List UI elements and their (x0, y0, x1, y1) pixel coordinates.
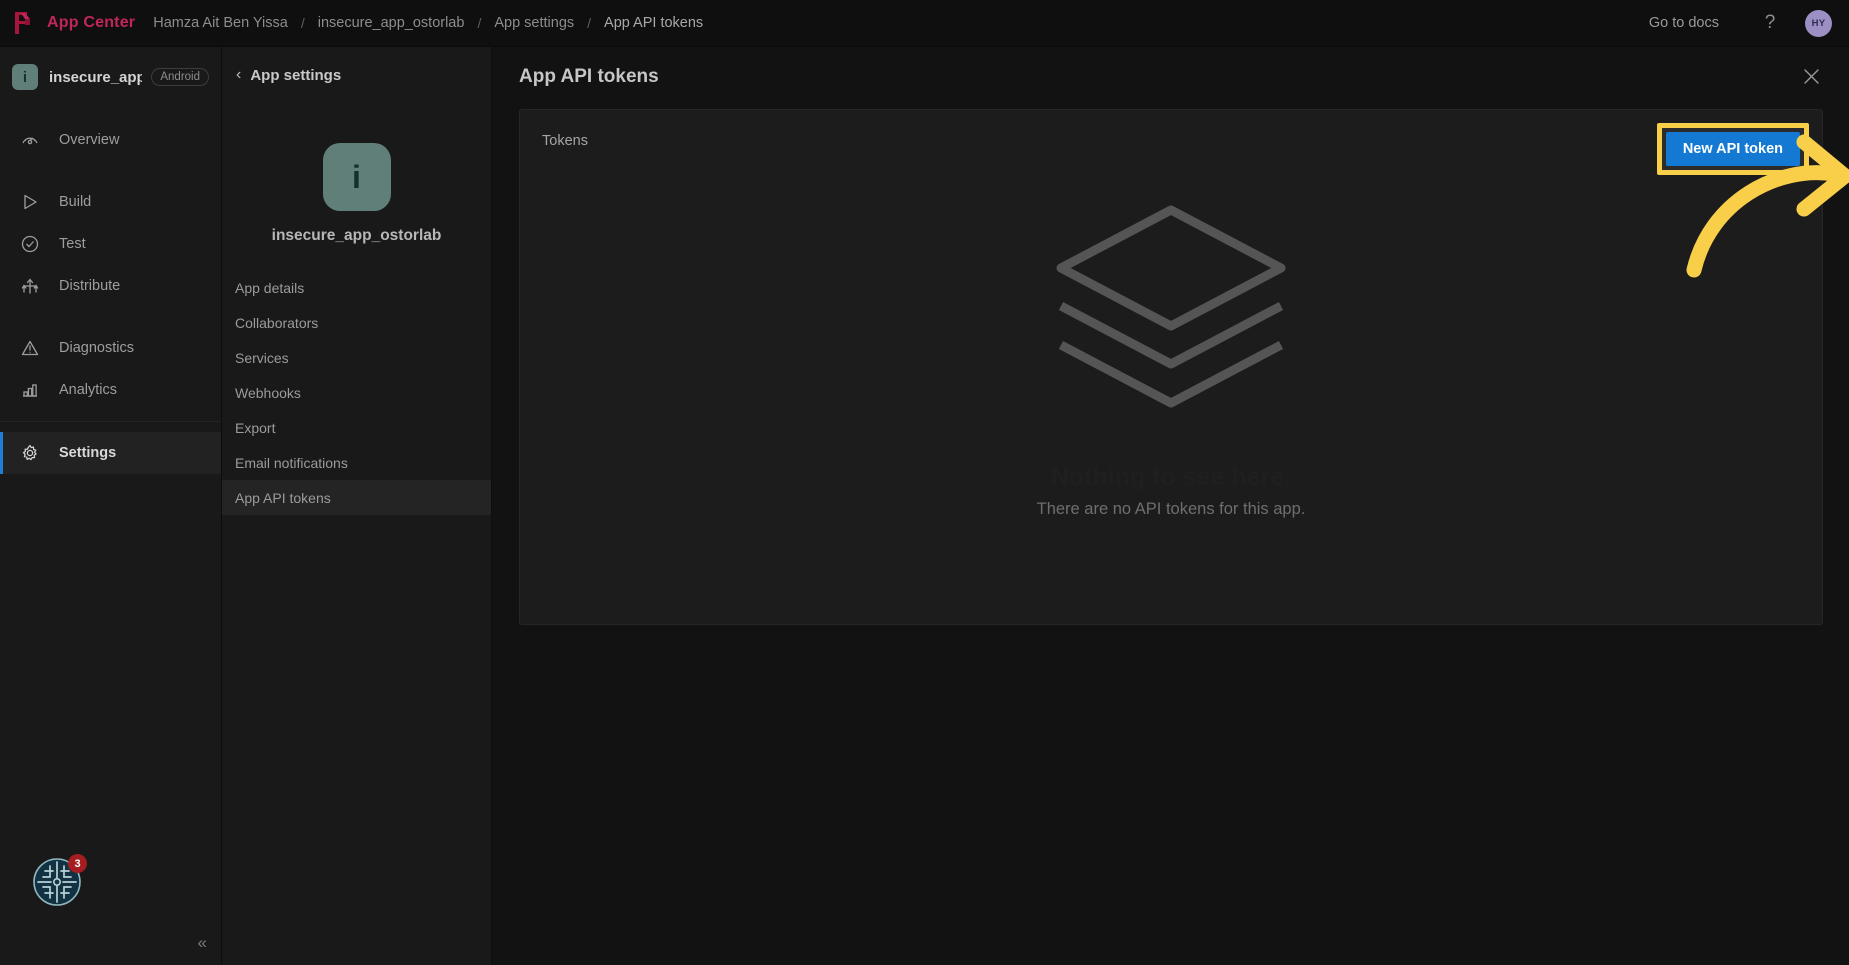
subpanel-item-email-notifications[interactable]: Email notifications (222, 445, 491, 480)
breadcrumb-separator: / (300, 15, 305, 31)
go-to-docs-link[interactable]: Go to docs (1649, 15, 1719, 31)
sidebar-nav: Overview Build Test Distribute Diagnosti… (0, 119, 221, 474)
sidebar-app-header[interactable]: i insecure_app_... Android (0, 53, 221, 101)
sidebar-item-label: Build (59, 194, 92, 210)
bar-chart-icon (20, 379, 46, 401)
platform-badge: Android (151, 68, 209, 86)
gear-icon (20, 442, 46, 464)
new-api-token-button[interactable]: New API token (1665, 132, 1800, 166)
sidebar-app-name: insecure_app_... (49, 68, 143, 86)
sidebar-item-diagnostics[interactable]: Diagnostics (0, 327, 221, 369)
breadcrumb: Hamza Ait Ben Yissa / insecure_app_ostor… (153, 15, 703, 31)
distribute-arrows-icon (20, 275, 46, 297)
chevron-left-icon[interactable]: ‹ (236, 67, 241, 83)
breadcrumb-item-org[interactable]: Hamza Ait Ben Yissa (153, 15, 288, 31)
empty-state-title: Nothing to see here. (1050, 463, 1292, 491)
empty-state-subtitle: There are no API tokens for this app. (1036, 500, 1306, 518)
gauge-icon (20, 129, 46, 151)
top-bar: App Center Hamza Ait Ben Yissa / insecur… (0, 0, 1849, 47)
empty-state: Nothing to see here. There are no API to… (520, 200, 1822, 519)
warning-triangle-icon (20, 337, 46, 359)
subpanel-item-label: App API tokens (235, 489, 331, 506)
sidebar-item-label: Test (59, 236, 86, 252)
sidebar: i insecure_app_... Android Overview (0, 47, 222, 965)
subpanel-item-label: Export (235, 419, 276, 436)
app-root: App Center Hamza Ait Ben Yissa / insecur… (0, 0, 1849, 965)
main-header: App API tokens (492, 47, 1849, 107)
double-chevron-left-icon[interactable]: « (198, 934, 207, 951)
subpanel-item-label: App details (235, 279, 305, 296)
check-circle-icon (20, 233, 46, 255)
sidebar-item-settings[interactable]: Settings (0, 432, 221, 474)
breadcrumb-item-app[interactable]: insecure_app_ostorlab (318, 15, 465, 31)
app-icon-large: i (322, 143, 391, 211)
subpanel-item-label: Services (235, 349, 289, 366)
subpanel-item-label: Collaborators (235, 314, 319, 331)
sidebar-item-label: Diagnostics (59, 340, 134, 356)
subpanel-item-services[interactable]: Services (222, 340, 491, 375)
breadcrumb-item-current: App API tokens (604, 15, 704, 31)
avatar[interactable]: HY (1805, 9, 1832, 37)
main-content: App API tokens Tokens New API token Noth… (492, 47, 1849, 965)
app-center-logo-icon[interactable] (0, 0, 47, 47)
subpanel-title: App settings (250, 66, 342, 84)
subpanel-nav: App details Collaborators Services Webho… (222, 270, 491, 515)
top-bar-actions: Go to docs ? HY (1649, 9, 1849, 37)
notification-badge: 3 (68, 854, 87, 873)
sidebar-footer: 3 « (0, 815, 221, 965)
tokens-label: Tokens (542, 133, 588, 149)
tokens-card: Tokens New API token Nothing to see here… (519, 109, 1823, 625)
settings-subpanel: ‹ App settings i insecure_app_ostorlab A… (222, 47, 492, 965)
brand-name[interactable]: App Center (47, 14, 135, 32)
sidebar-divider (0, 421, 221, 422)
breadcrumb-item-settings[interactable]: App settings (494, 15, 574, 31)
subpanel-item-app-api-tokens[interactable]: App API tokens (222, 480, 491, 515)
breadcrumb-separator: / (477, 15, 482, 31)
page-title: App API tokens (519, 66, 659, 87)
sidebar-item-overview[interactable]: Overview (0, 119, 221, 161)
stacked-layers-icon (1056, 205, 1286, 408)
breadcrumb-separator: / (587, 15, 592, 31)
question-mark-icon[interactable]: ? (1757, 12, 1783, 34)
close-icon[interactable] (1796, 61, 1826, 91)
app-icon: i (12, 64, 38, 90)
subpanel-app-name: insecure_app_ostorlab (271, 227, 442, 244)
sidebar-item-build[interactable]: Build (0, 181, 221, 223)
sidebar-item-label: Distribute (59, 278, 121, 294)
sidebar-item-label: Settings (59, 445, 117, 461)
sidebar-item-label: Overview (59, 132, 120, 148)
subpanel-item-webhooks[interactable]: Webhooks (222, 375, 491, 410)
new-api-token-highlight: New API token (1656, 123, 1809, 175)
subpanel-item-app-details[interactable]: App details (222, 270, 491, 305)
subpanel-header[interactable]: ‹ App settings (222, 53, 491, 97)
sidebar-item-test[interactable]: Test (0, 223, 221, 265)
sidebar-item-distribute[interactable]: Distribute (0, 265, 221, 307)
tokens-card-header: Tokens New API token (520, 110, 1822, 175)
sidebar-item-label: Analytics (59, 382, 118, 398)
subpanel-item-label: Email notifications (235, 454, 348, 471)
subpanel-item-export[interactable]: Export (222, 410, 491, 445)
circuit-orb-icon[interactable]: 3 (32, 854, 87, 907)
app-center-logo-glyph (14, 12, 30, 34)
subpanel-item-collaborators[interactable]: Collaborators (222, 305, 491, 340)
subpanel-item-label: Webhooks (235, 384, 301, 401)
play-triangle-icon (20, 191, 46, 213)
sidebar-item-analytics[interactable]: Analytics (0, 369, 221, 411)
